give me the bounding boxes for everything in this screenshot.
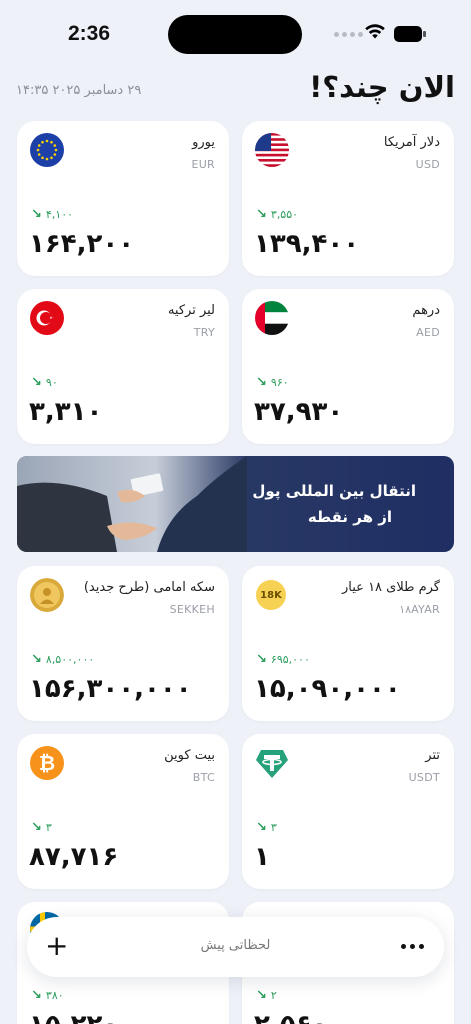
arrow-down-icon: ↘ — [256, 652, 267, 667]
card-price: ۱۵,۰۹۰,۰۰۰ — [254, 674, 401, 704]
card-name: دلار آمریکا — [383, 135, 440, 150]
card-change: ↘ ۸,۵۰۰,۰۰۰ — [31, 652, 95, 667]
status-bar: 2:36 — [0, 0, 471, 70]
card-price: ۱۵,۲۲۰ — [29, 1010, 118, 1024]
card-name: درهم — [412, 303, 440, 318]
rate-card-eur[interactable]: یورو EUR ↘ ۴,۱۰۰ ۱۶۴,۲۰۰ — [17, 121, 229, 276]
rate-card-usd[interactable]: دلار آمریکا USD ↘ ۳,۵۵۰ ۱۳۹,۴۰۰ — [242, 121, 454, 276]
more-icon[interactable] — [401, 944, 424, 949]
header: ۲۹ دسامبر ۲۰۲۵ ۱۴:۳۵ الان چند؟! — [16, 70, 455, 110]
eu-flag-icon — [30, 133, 64, 167]
card-name: سکه امامی (طرح جدید) — [83, 580, 215, 595]
gold-coin-icon — [30, 578, 64, 612]
rate-card-sekkeh[interactable]: سکه امامی (طرح جدید) SEKKEH ↘ ۸,۵۰۰,۰۰۰ ۱… — [17, 566, 229, 721]
card-price: ۱ — [254, 842, 270, 872]
card-price: ۱۶۴,۲۰۰ — [29, 229, 135, 259]
card-change: ↘ ۹۶۰ — [256, 375, 289, 390]
page-title: الان چند؟! — [309, 70, 455, 104]
card-price: ۳,۳۱۰ — [29, 397, 103, 427]
rate-card-btc[interactable]: بیت کوین BTC ₿ ↘ ۳ ۸۷,۷۱۶ — [17, 734, 229, 889]
card-price: ۲,۵۶۰ — [254, 1010, 327, 1024]
card-change: ↘ ۳ — [256, 820, 277, 835]
card-name: لیر ترکیه — [167, 303, 215, 318]
last-update-label: لحظاتی پیش — [200, 938, 271, 953]
arrow-down-icon: ↘ — [31, 820, 42, 835]
arrow-down-icon: ↘ — [31, 207, 42, 222]
uae-flag-icon — [255, 301, 289, 335]
card-change: ↘ ۴,۱۰۰ — [31, 207, 74, 222]
card-code: USDT — [408, 771, 440, 784]
card-name: بیت کوین — [164, 748, 215, 763]
card-code: AED — [416, 326, 440, 339]
card-price: ۳۷,۹۳۰ — [254, 397, 344, 427]
card-change: ↘ ۲ — [256, 988, 277, 1003]
turkey-flag-icon — [30, 301, 64, 335]
wifi-icon — [364, 22, 386, 44]
transfer-banner[interactable]: انتقال بین المللی پول از هر نقطه — [17, 456, 454, 552]
rate-card-usdt[interactable]: تتر USDT ↘ ۳ ۱ — [242, 734, 454, 889]
arrow-down-icon: ↘ — [256, 820, 267, 835]
arrow-down-icon: ↘ — [31, 988, 42, 1003]
status-time: 2:36 — [68, 22, 111, 45]
card-name: یورو — [192, 135, 215, 150]
rate-card-gold-18[interactable]: گرم طلای ۱۸ عیار ۱۸AYAR 18K ↘ ۶۹۵,۰۰۰ ۱۵,… — [242, 566, 454, 721]
card-code: USD — [415, 158, 440, 171]
card-code: SEKKEH — [169, 603, 215, 616]
card-price: ۱۳۹,۴۰۰ — [254, 229, 360, 259]
signal-dots-icon — [334, 32, 363, 37]
card-change: ↘ ۶۹۵,۰۰۰ — [256, 652, 310, 667]
tether-icon — [255, 746, 289, 780]
arrow-down-icon: ↘ — [31, 652, 42, 667]
update-date: ۲۹ دسامبر ۲۰۲۵ ۱۴:۳۵ — [16, 83, 142, 98]
card-code: BTC — [192, 771, 215, 784]
card-price: ۸۷,۷۱۶ — [29, 842, 119, 872]
banner-subtitle: از هر نقطه — [307, 508, 392, 526]
handshake-image — [17, 456, 247, 552]
bottom-bar: + لحظاتی پیش — [27, 917, 444, 977]
bitcoin-icon: ₿ — [30, 746, 64, 780]
arrow-down-icon: ↘ — [256, 988, 267, 1003]
us-flag-icon — [255, 133, 289, 167]
rate-card-aed[interactable]: درهم AED ↘ ۹۶۰ ۳۷,۹۳۰ — [242, 289, 454, 444]
rate-card-try[interactable]: لیر ترکیه TRY ↘ ۹۰ ۳,۳۱۰ — [17, 289, 229, 444]
card-change: ↘ ۹۰ — [31, 375, 58, 390]
battery-icon — [394, 26, 426, 42]
card-code: ۱۸AYAR — [399, 603, 440, 616]
gold-18k-icon: 18K — [256, 580, 286, 610]
dynamic-island — [168, 15, 302, 54]
card-change: ↘ ۳,۵۵۰ — [256, 207, 299, 222]
arrow-down-icon: ↘ — [256, 375, 267, 390]
card-name: تتر — [425, 748, 440, 763]
card-change: ↘ ۳ — [31, 820, 52, 835]
arrow-down-icon: ↘ — [31, 375, 42, 390]
banner-title: انتقال بین المللی پول — [252, 482, 416, 500]
card-code: TRY — [193, 326, 215, 339]
arrow-down-icon: ↘ — [256, 207, 267, 222]
card-code: EUR — [191, 158, 215, 171]
card-change: ↘ ۳۸۰ — [31, 988, 64, 1003]
card-name: گرم طلای ۱۸ عیار — [342, 580, 440, 595]
card-price: ۱۵۶,۳۰۰,۰۰۰ — [29, 674, 192, 704]
